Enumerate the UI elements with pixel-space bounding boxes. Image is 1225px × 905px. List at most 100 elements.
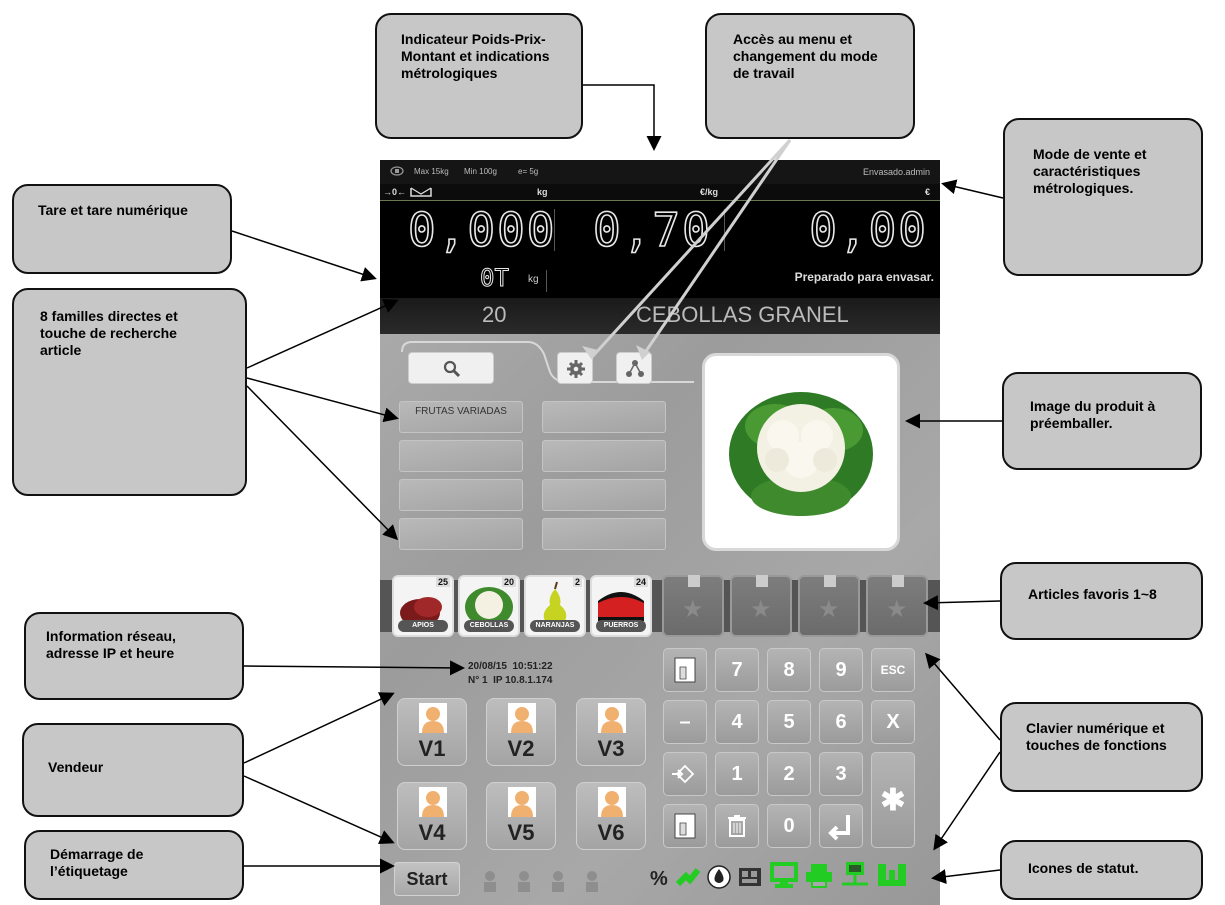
callout-seller: Vendeur [22, 723, 244, 817]
favorite-6[interactable]: ★ [730, 575, 792, 637]
search-icon [443, 360, 461, 378]
favorite-5[interactable]: ★ [662, 575, 724, 637]
callout-families: 8 familles directes et touche de recherc… [12, 288, 247, 496]
seller-person-icon [508, 703, 536, 733]
seller-button-v6[interactable]: V6 [576, 782, 646, 850]
cauliflower-image [729, 392, 873, 516]
seller-button-v1[interactable]: V1 [397, 698, 467, 766]
product-image [702, 353, 900, 551]
callout-tare: Tare et tare numérique [12, 184, 232, 274]
amount-unit: € [924, 187, 930, 197]
family-button-6[interactable] [542, 479, 666, 511]
main-display: 0,000 0,70 0,00 [380, 201, 940, 258]
callout-mode: Mode de vente et caractéristiques métrol… [1003, 118, 1203, 276]
max-capacity: Max 15kg [414, 167, 449, 176]
key-1[interactable]: 1 [715, 752, 759, 796]
seller-button-v2[interactable]: V2 [486, 698, 556, 766]
network-info: 20/08/15 10:51:22 N° 1 IP 10.8.1.174 [468, 660, 553, 688]
drop-icon [707, 865, 731, 889]
monitor-icon [770, 862, 798, 888]
network-computer-icon [842, 862, 868, 886]
family-button-7[interactable] [399, 518, 523, 550]
product-name: CEBOLLAS GRANEL [636, 302, 849, 327]
family-button-3[interactable] [399, 440, 523, 472]
star-icon: ★ [682, 596, 704, 623]
callout-keypad: Clavier numérique et touches de fonction… [1000, 702, 1203, 792]
key-5[interactable]: 5 [767, 700, 811, 744]
label-key[interactable] [663, 648, 707, 692]
esc-key[interactable]: ESC [871, 648, 915, 692]
callout-status: Icones de statut. [1000, 840, 1203, 900]
multiply-key[interactable]: X [871, 700, 915, 744]
seller-button-v4[interactable]: V4 [397, 782, 467, 850]
favorite-3[interactable]: 2 NARANJAS [524, 575, 586, 637]
hand-card-icon [674, 657, 696, 683]
favorite-label: APIOS [398, 620, 448, 632]
family-button-2[interactable] [542, 401, 666, 433]
product-code: 20 [482, 302, 507, 327]
seller-button-v5[interactable]: V5 [486, 782, 556, 850]
seller-person-icon [598, 703, 626, 733]
key-9[interactable]: 9 [819, 648, 863, 692]
seller-button-v3[interactable]: V3 [576, 698, 646, 766]
ticket-key[interactable] [663, 804, 707, 848]
favorite-8[interactable]: ★ [866, 575, 928, 637]
printer-icon [806, 864, 832, 888]
favorite-2[interactable]: 20 CEBOLLAS [458, 575, 520, 637]
menu-button[interactable] [557, 352, 593, 384]
seller-person-icon [508, 787, 536, 817]
key-2[interactable]: 2 [767, 752, 811, 796]
seller-label: V2 [507, 736, 535, 761]
enter-icon [828, 815, 850, 841]
division: e= 5g [518, 167, 539, 176]
product-row: 20 CEBOLLAS GRANEL [380, 298, 940, 334]
delete-key[interactable] [715, 804, 759, 848]
favorite-count: 25 [435, 577, 450, 587]
minus-key[interactable]: – [663, 700, 707, 744]
star-icon: ★ [750, 596, 772, 623]
key-7[interactable]: 7 [715, 648, 759, 692]
preset-tare-icon [672, 764, 695, 784]
family-button-1[interactable]: FRUTAS VARIADAS [399, 401, 523, 433]
seller-label: V6 [597, 820, 625, 845]
callout-image: Image du produit à préemballer. [1002, 372, 1202, 470]
key-6[interactable]: 6 [819, 700, 863, 744]
callout-favorites: Articles favoris 1~8 [1000, 562, 1203, 640]
scale-number: N° 1 [468, 675, 488, 686]
search-button[interactable] [408, 352, 494, 384]
key-4[interactable]: 4 [715, 700, 759, 744]
percent-icon: % [650, 868, 668, 890]
start-button[interactable]: Start [394, 862, 460, 896]
zero-indicator: →0← [383, 187, 407, 197]
star-icon: ★ [886, 596, 908, 623]
display-icon [390, 166, 404, 178]
network-icon [626, 360, 644, 377]
preset-tare-key[interactable] [663, 752, 707, 796]
tare-row[interactable]: 0T kg Preparado para envasar. [380, 258, 940, 298]
key-8[interactable]: 8 [767, 648, 811, 692]
favorite-7[interactable]: ★ [798, 575, 860, 637]
seller-person-icon [419, 703, 447, 733]
favorite-4[interactable]: 24 PUERROS [590, 575, 652, 637]
family-button-4[interactable] [542, 440, 666, 472]
family-button-5[interactable] [399, 479, 523, 511]
favorite-label: PUERROS [596, 620, 646, 632]
ip-address: IP 10.8.1.174 [493, 675, 553, 686]
weight-unit: kg [537, 187, 548, 197]
family-button-8[interactable] [542, 518, 666, 550]
favorite-1[interactable]: 25 APIOS [392, 575, 454, 637]
network-link-icon [878, 864, 906, 886]
key-3[interactable]: 3 [819, 752, 863, 796]
work-mode-button[interactable] [616, 352, 652, 384]
enter-key[interactable] [819, 804, 863, 848]
price-value: 0,70 [592, 202, 712, 258]
favorite-label: NARANJAS [530, 620, 580, 632]
asterisk-key[interactable]: ✱ [871, 752, 915, 848]
weight-value: 0,000 [407, 202, 557, 258]
favorite-label: CEBOLLAS [464, 620, 514, 632]
tare-unit: kg [528, 274, 539, 285]
favorite-count: 24 [633, 577, 648, 587]
tare-value[interactable]: 0T [480, 264, 510, 293]
trash-icon [728, 815, 746, 837]
key-0[interactable]: 0 [767, 804, 811, 848]
